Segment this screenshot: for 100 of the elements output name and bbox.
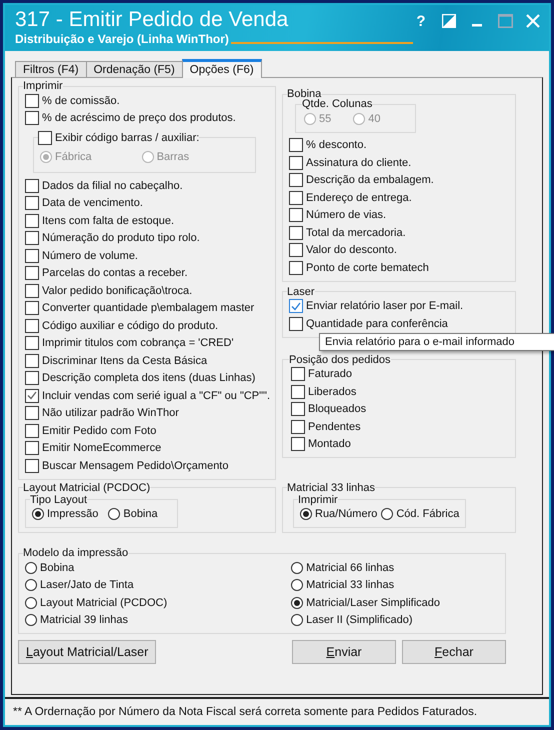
radio-button[interactable] (25, 614, 37, 626)
checkbox[interactable] (25, 441, 39, 456)
checkbox-option[interactable]: Imprimir titulos com cobrança = 'CRED' (25, 334, 270, 352)
radio-option[interactable]: Laser/Jato de Tinta (25, 576, 168, 594)
radio-option[interactable]: Matricial 39 linhas (25, 612, 168, 629)
checkbox-option[interactable]: Dados da filial no cabeçalho. (25, 177, 270, 194)
radio-option[interactable]: Laser II (Simplificado) (291, 612, 440, 629)
checkbox-option[interactable]: Exibir código barras / auxiliar: (38, 129, 200, 146)
checkbox[interactable] (25, 196, 39, 210)
checkbox[interactable] (25, 178, 39, 193)
radio-button[interactable] (25, 596, 37, 609)
checkbox[interactable] (25, 301, 39, 316)
checkbox[interactable] (25, 231, 39, 246)
checkbox-option[interactable]: Emitir NomeEcommerce (25, 440, 270, 457)
checkbox[interactable] (25, 388, 39, 403)
checkbox-option[interactable]: Descrição da embalagem. (289, 172, 510, 189)
checkbox-option[interactable]: Não utilizar padrão WinThor (25, 404, 270, 422)
checkbox[interactable] (25, 406, 39, 420)
action-button[interactable]: Fechar (402, 640, 506, 664)
layout-button[interactable]: Layout Matricial/Laser (18, 640, 156, 664)
checkbox-option[interactable]: Emitir Pedido com Foto (25, 422, 270, 440)
checkbox[interactable] (25, 318, 39, 333)
checkbox[interactable] (289, 316, 303, 331)
radio-button[interactable] (108, 508, 120, 520)
checkbox[interactable] (289, 243, 303, 258)
radio-option[interactable]: Layout Matricial (PCDOC) (25, 594, 168, 612)
checkbox-option[interactable]: Endereço de entrega. (289, 189, 510, 206)
checkbox[interactable] (25, 248, 39, 263)
checkbox-option[interactable]: Bloqueados (291, 400, 510, 418)
checkbox[interactable] (289, 299, 303, 314)
checkbox[interactable] (25, 458, 39, 473)
tab[interactable]: Opções (F6) (182, 59, 262, 78)
checkbox-option[interactable]: Montado (291, 436, 510, 453)
checkbox-option[interactable]: Código auxiliar e código do produto. (25, 317, 270, 334)
checkbox-option[interactable]: Liberados (291, 383, 510, 400)
checkbox[interactable] (289, 156, 303, 170)
checkbox[interactable] (25, 94, 39, 108)
checkbox-option[interactable]: Número de volume. (25, 247, 270, 264)
close-icon[interactable] (525, 13, 541, 29)
radio-button[interactable] (291, 614, 304, 626)
checkbox-option[interactable]: Converter quantidade p\embalagem master (25, 300, 270, 317)
checkbox-option[interactable]: Númeração do produto tipo rolo. (25, 230, 270, 247)
checkbox-option[interactable]: % de acréscimo de preço dos produtos. (25, 110, 270, 127)
radio-option[interactable]: Rua/Número (300, 506, 378, 523)
checkbox-option[interactable]: Valor pedido bonificação\troca. (25, 282, 270, 300)
radio-button[interactable] (291, 579, 304, 592)
tab[interactable]: Ordenação (F5) (86, 61, 183, 77)
checkbox[interactable] (289, 260, 303, 275)
checkbox-option[interactable]: Total da mercadoria. (289, 224, 510, 242)
radio-option[interactable]: Cód. Fábrica (381, 506, 460, 523)
checkbox[interactable] (289, 173, 303, 188)
radio-button[interactable] (291, 562, 304, 574)
checkbox[interactable] (289, 138, 303, 152)
radio-option[interactable]: Bobina (25, 559, 168, 576)
tab[interactable]: Filtros (F4) (15, 61, 87, 77)
contrast-icon[interactable] (441, 13, 457, 29)
checkbox[interactable] (25, 371, 39, 386)
checkbox[interactable] (289, 208, 303, 222)
checkbox-option[interactable]: Discriminar Itens da Cesta Básica (25, 352, 270, 370)
checkbox[interactable] (25, 336, 39, 350)
checkbox-option[interactable]: Quantidade para conferência (289, 315, 510, 332)
radio-button[interactable] (300, 508, 312, 520)
checkbox[interactable] (25, 266, 39, 280)
checkbox[interactable] (38, 130, 52, 145)
checkbox-option[interactable]: Incluir vendas com serié igual a "CF" ou "CP"". (25, 387, 270, 404)
checkbox[interactable] (25, 354, 39, 368)
radio-option[interactable]: Matricial 33 linhas (291, 576, 440, 594)
checkbox-option[interactable]: Pendentes (291, 418, 510, 436)
checkbox[interactable] (291, 384, 305, 399)
radio-button[interactable] (32, 508, 44, 520)
radio-option[interactable]: Matricial/Laser Simplificado (291, 594, 440, 612)
checkbox[interactable] (289, 226, 303, 240)
radio-button[interactable] (25, 579, 37, 592)
checkbox-option[interactable]: % de comissão. (25, 92, 270, 110)
checkbox[interactable] (291, 402, 305, 416)
checkbox-option[interactable]: Parcelas do contas a receber. (25, 264, 270, 282)
checkbox[interactable] (289, 190, 303, 205)
radio-button[interactable] (291, 596, 304, 609)
checkbox-option[interactable]: Data de vencimento. (25, 194, 270, 212)
checkbox[interactable] (291, 420, 305, 434)
radio-button[interactable] (25, 562, 37, 574)
checkbox-option[interactable]: Valor do desconto. (289, 242, 510, 259)
checkbox-option[interactable]: Assinatura do cliente. (289, 154, 510, 172)
checkbox-option[interactable]: Número de vias. (289, 206, 510, 224)
checkbox[interactable] (291, 367, 305, 382)
checkbox[interactable] (25, 214, 39, 228)
radio-option[interactable]: Matricial 66 linhas (291, 559, 440, 576)
radio-button[interactable] (381, 508, 394, 520)
checkbox-option[interactable]: % desconto. (289, 136, 510, 154)
checkbox-option[interactable]: Ponto de corte bematech (289, 259, 510, 276)
checkbox-option[interactable]: Buscar Mensagem Pedido\Orçamento (25, 457, 270, 474)
checkbox[interactable] (25, 424, 39, 438)
checkbox[interactable] (291, 437, 305, 452)
checkbox-option[interactable]: Itens com falta de estoque. (25, 212, 270, 230)
radio-option[interactable]: Bobina (108, 506, 158, 523)
action-button[interactable]: Enviar (292, 640, 396, 664)
checkbox[interactable] (25, 284, 39, 298)
checkbox-option[interactable]: Faturado (291, 366, 510, 383)
checkbox-option[interactable]: Enviar relatório laser por E-mail. (289, 298, 510, 315)
checkbox-option[interactable]: Descrição completa dos itens (duas Linhas) (25, 370, 270, 387)
